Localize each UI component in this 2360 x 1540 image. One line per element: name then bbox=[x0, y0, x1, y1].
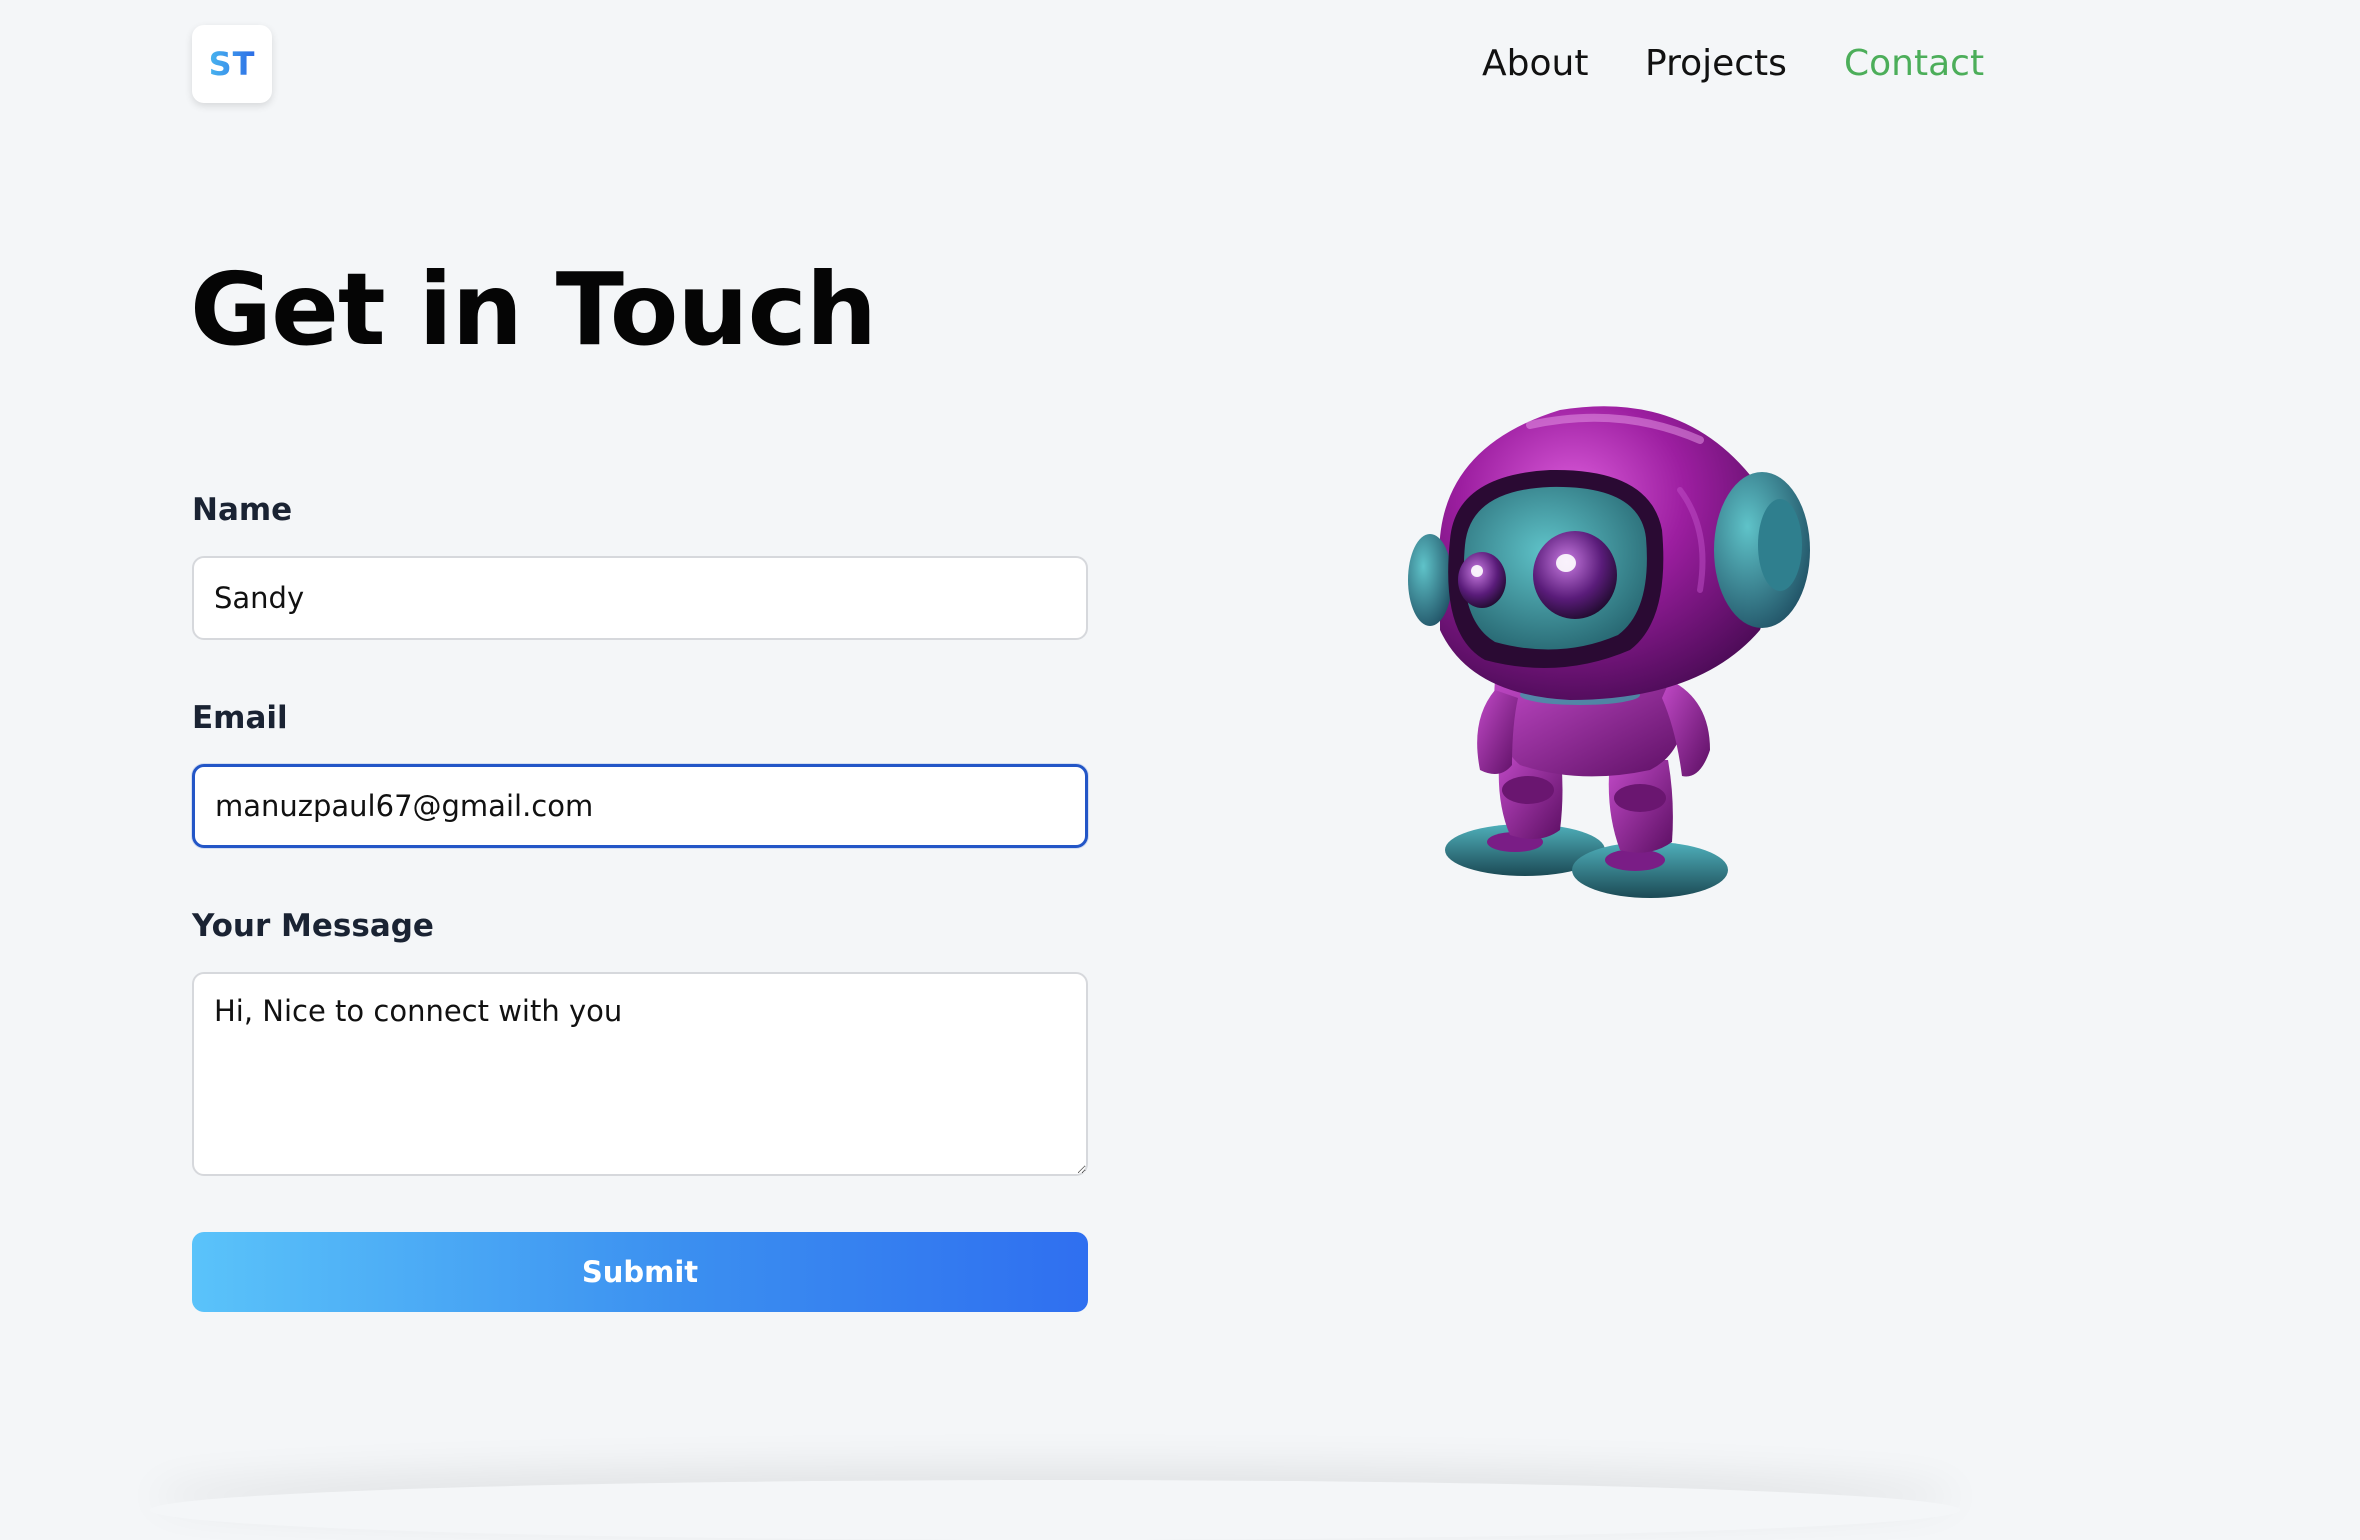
message-label: Your Message bbox=[192, 908, 434, 944]
email-label: Email bbox=[192, 700, 288, 736]
name-label: Name bbox=[192, 492, 293, 528]
nav-projects-link[interactable]: Projects bbox=[1645, 36, 1787, 92]
submit-button[interactable]: Submit bbox=[192, 1232, 1088, 1312]
nav-contact-link[interactable]: Contact bbox=[1844, 36, 1984, 92]
name-input[interactable] bbox=[192, 556, 1088, 640]
logo[interactable]: ST bbox=[192, 25, 272, 103]
message-textarea[interactable]: Hi, Nice to connect with you bbox=[192, 972, 1088, 1176]
logo-text: ST bbox=[208, 45, 256, 83]
robot-illustration bbox=[1400, 380, 1880, 920]
page-title: Get in Touch bbox=[190, 251, 877, 368]
nav-about-link[interactable]: About bbox=[1482, 36, 1588, 92]
email-input[interactable] bbox=[192, 764, 1088, 848]
footer-shadow bbox=[150, 1480, 1960, 1540]
robot-icon bbox=[1408, 406, 1810, 898]
